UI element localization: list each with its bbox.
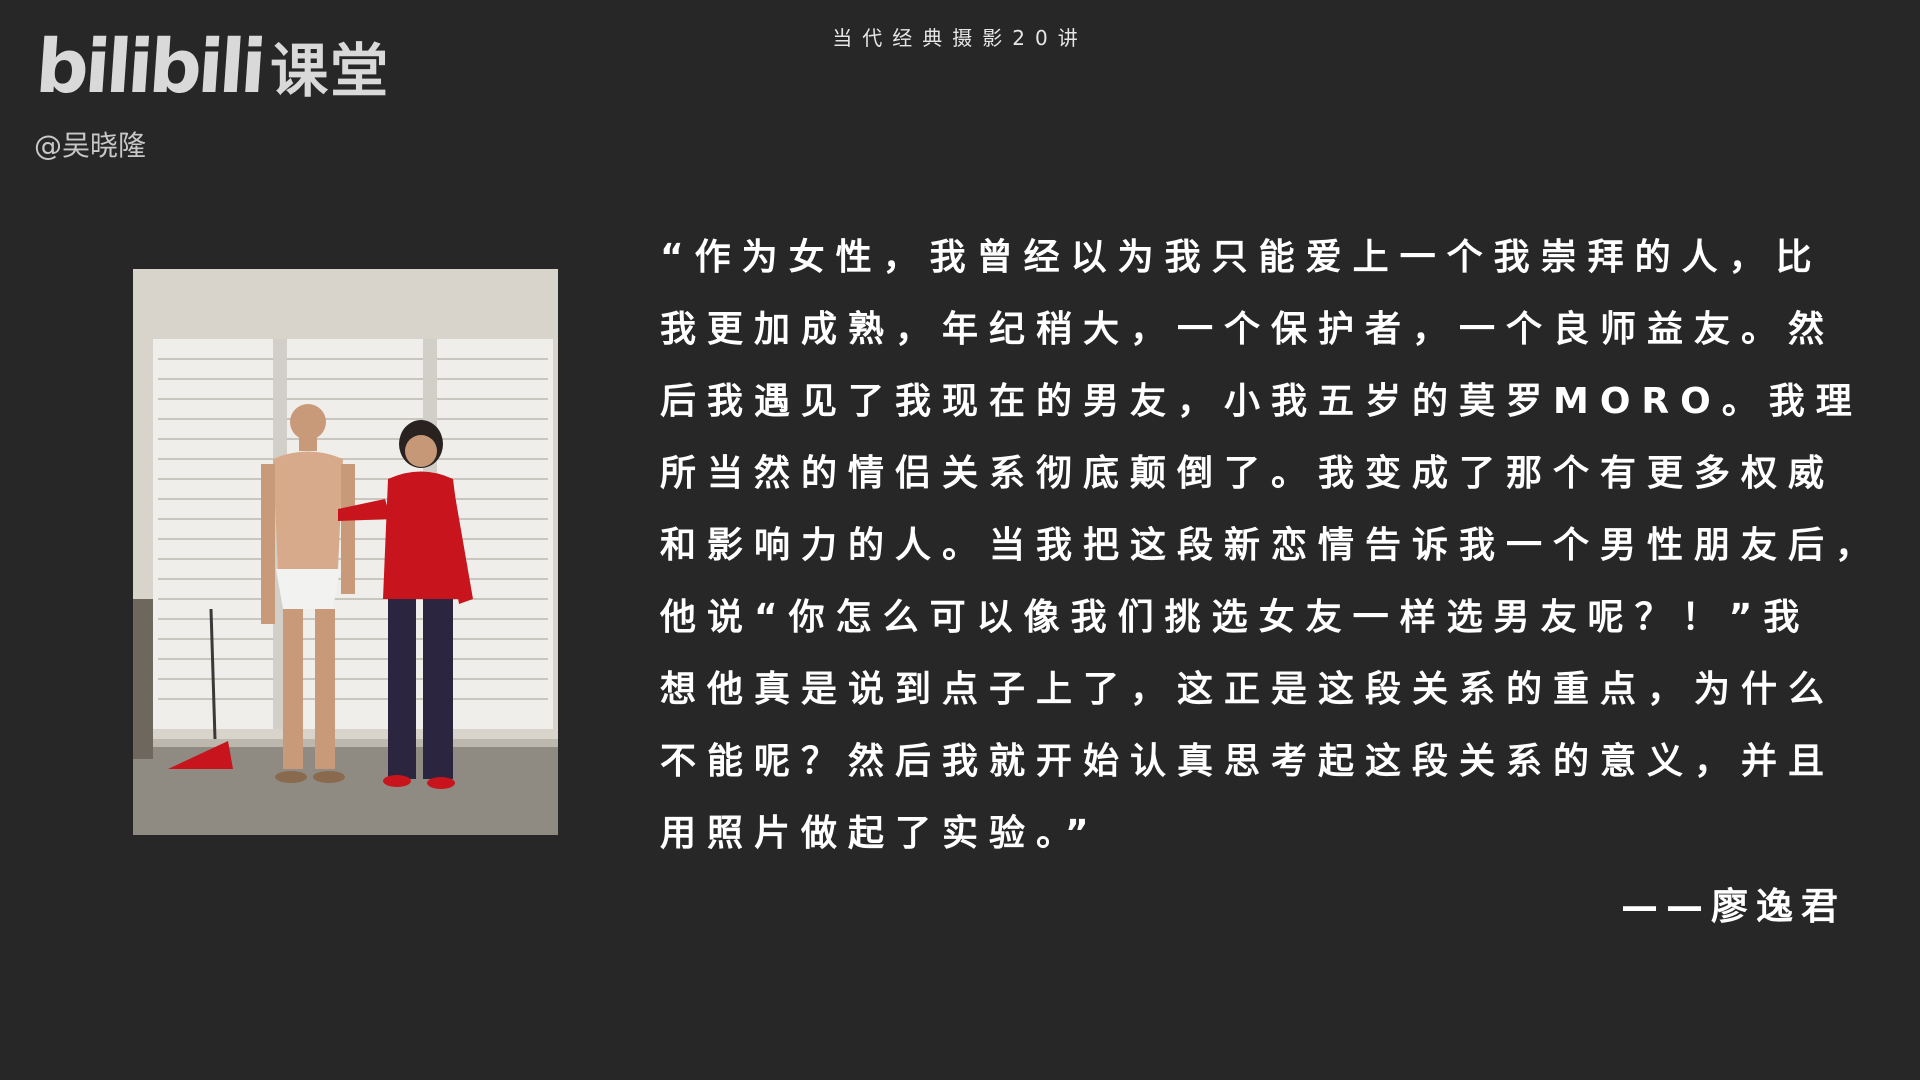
quote-block: “作为女性，我曾经以为我只能爱上一个我崇拜的人，比 我更加成熟，年纪稍大，一个保…	[660, 222, 1880, 870]
quote-line: 不能呢？然后我就开始认真思考起这段关系的意义，并且	[660, 741, 1836, 782]
logo-suffix: 课堂	[270, 37, 391, 106]
quote-line: 我更加成熟，年纪稍大，一个保护者，一个良师益友。然	[660, 309, 1836, 350]
logo-wordmark: bilibili	[32, 24, 266, 110]
bilibili-classroom-logo: bilibili 课堂	[32, 24, 391, 110]
quote-line: “作为女性，我曾经以为我只能爱上一个我崇拜的人，比	[660, 237, 1823, 278]
author-handle: @吴晓隆	[34, 129, 147, 162]
quote-line: 后我遇见了我现在的男友，小我五岁的莫罗MORO。我理	[660, 381, 1863, 422]
quote-line: 用照片做起了实验。”	[660, 813, 1100, 854]
artwork-photo	[133, 269, 558, 835]
quote-line: 他说“你怎么可以像我们挑选女友一样选男友呢？！”我	[660, 597, 1811, 638]
photo-illustration	[133, 269, 558, 835]
quote-line: 所当然的情侣关系彻底颠倒了。我变成了那个有更多权威	[660, 453, 1836, 494]
quote-line: 想他真是说到点子上了，这正是这段关系的重点，为什么	[660, 669, 1836, 710]
quote-attribution: ——廖逸君	[1621, 885, 1846, 928]
quote-line: 和影响力的人。当我把这段新恋情告诉我一个男性朋友后，	[660, 525, 1883, 566]
